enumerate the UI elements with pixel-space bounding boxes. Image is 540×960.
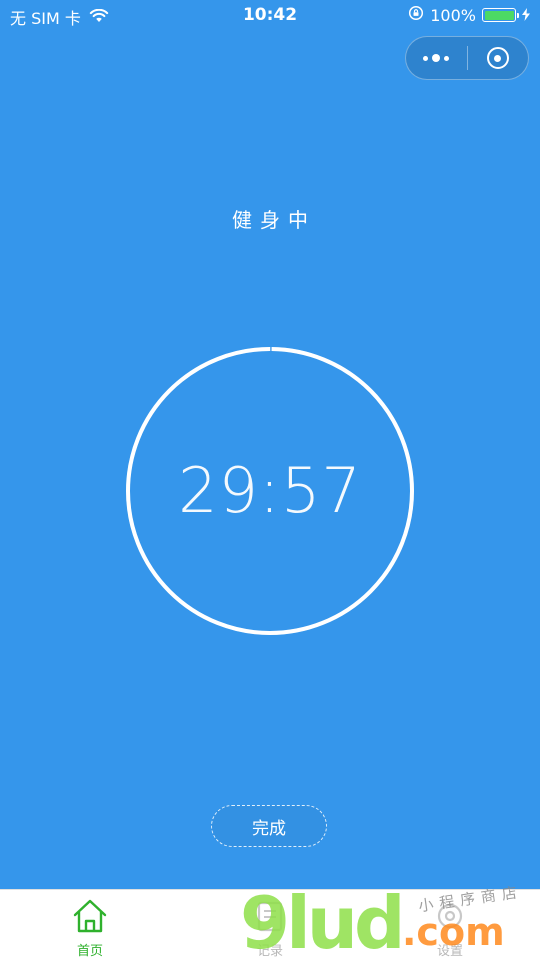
tab-bar: 首页 记录 设置 [0, 889, 540, 960]
tab-settings-label: 设置 [436, 944, 463, 959]
close-miniprogram-button[interactable] [468, 37, 529, 79]
page-title: 健身中 [232, 208, 316, 232]
tab-record[interactable]: 记录 [180, 890, 360, 960]
status-right: 100% [408, 5, 530, 25]
settings-icon [431, 898, 469, 938]
more-button[interactable] [406, 37, 467, 79]
charging-bolt-icon [522, 6, 530, 25]
tab-home[interactable]: 首页 [0, 890, 180, 960]
battery-fill [484, 10, 514, 20]
timer-ring: 29:57 [125, 346, 415, 636]
finish-button[interactable]: 完成 [211, 805, 327, 847]
tab-settings[interactable]: 设置 [360, 890, 540, 960]
miniprogram-capsule [405, 36, 529, 80]
more-dots-icon [423, 54, 450, 62]
status-bar: 无 SIM 卡 10:42 100% [0, 0, 540, 30]
record-icon [251, 898, 289, 938]
tab-record-label: 记录 [256, 944, 283, 959]
battery-percent: 100% [430, 5, 476, 25]
target-circle-icon [486, 47, 509, 69]
timer-display: 29:57 [178, 454, 362, 527]
rotation-lock-icon [408, 5, 424, 25]
battery-icon [482, 8, 519, 22]
home-icon [71, 898, 109, 938]
tab-home-label: 首页 [76, 944, 103, 959]
app-root: 无 SIM 卡 10:42 100% 健身中 29:57 完成 首页 记录 设置… [0, 0, 540, 960]
